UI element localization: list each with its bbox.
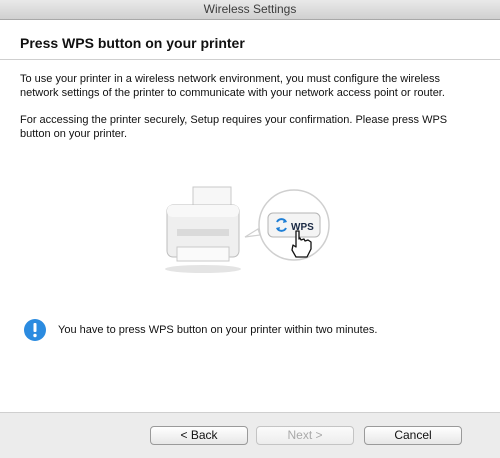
next-button[interactable]: Next > (256, 426, 354, 445)
back-button[interactable]: < Back (150, 426, 248, 445)
info-icon (24, 319, 46, 341)
printer-wps-illustration: WPS (165, 186, 330, 273)
confirmation-paragraph: For accessing the printer securely, Setu… (20, 114, 448, 140)
page-heading: Press WPS button on your printer (20, 35, 245, 51)
wps-label: WPS (291, 222, 314, 233)
timeout-notice: You have to press WPS button on your pri… (23, 318, 483, 348)
notice-text: You have to press WPS button on your pri… (58, 324, 378, 336)
window-title: Wireless Settings (0, 0, 500, 20)
instruction-paragraph: To use your printer in a wireless networ… (20, 73, 445, 99)
button-bar: < Back Next > Cancel (0, 412, 500, 458)
wireless-settings-window: Wireless Settings Press WPS button on yo… (0, 0, 500, 458)
cancel-button[interactable]: Cancel (364, 426, 462, 445)
wps-callout: WPS (244, 189, 330, 261)
heading-divider (0, 59, 500, 60)
printer-icon (165, 186, 241, 273)
